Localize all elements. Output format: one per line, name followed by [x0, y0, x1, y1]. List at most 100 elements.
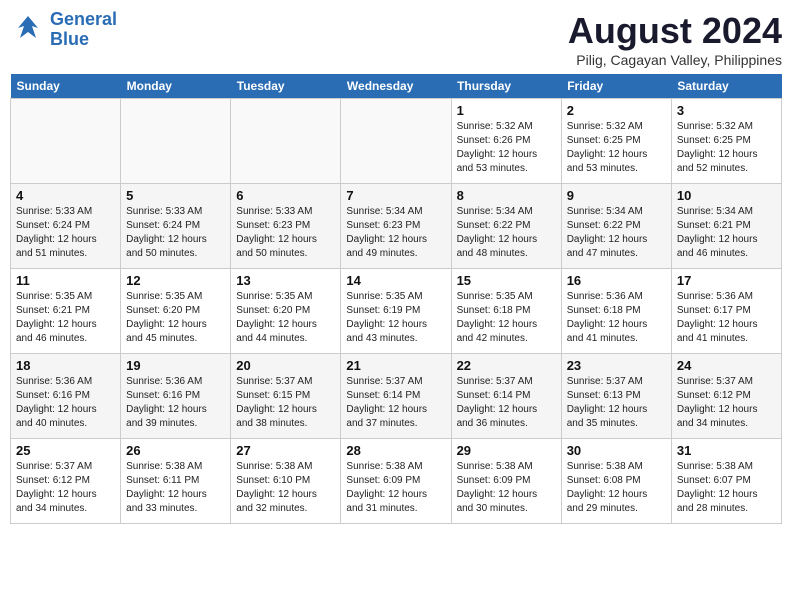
- day-info: Sunrise: 5:38 AM Sunset: 6:10 PM Dayligh…: [236, 460, 335, 516]
- day-number: 23: [567, 358, 666, 373]
- calendar-cell: 11Sunrise: 5:35 AM Sunset: 6:21 PM Dayli…: [11, 269, 121, 354]
- calendar-cell: 9 Sunrise: 5:34 AM Sunset: 6:22 PM Daylig…: [561, 184, 671, 269]
- day-number: 14: [346, 273, 445, 288]
- day-number: 2: [567, 103, 666, 118]
- calendar-cell: 3 Sunrise: 5:32 AM Sunset: 6:25 PM Daylig…: [671, 99, 781, 184]
- col-header-wednesday: Wednesday: [341, 74, 451, 99]
- day-number: 18: [16, 358, 115, 373]
- day-number: 17: [677, 273, 776, 288]
- col-header-friday: Friday: [561, 74, 671, 99]
- day-info: Sunrise: 5:34 AM Sunset: 6:22 PM Dayligh…: [567, 205, 666, 261]
- day-info: Sunrise: 5:32 AM Sunset: 6:25 PM Dayligh…: [567, 120, 666, 176]
- calendar-cell: 2 Sunrise: 5:32 AM Sunset: 6:25 PM Daylig…: [561, 99, 671, 184]
- day-number: 11: [16, 273, 115, 288]
- logo-line1: General: [50, 9, 117, 29]
- calendar-cell: [231, 99, 341, 184]
- day-number: 31: [677, 443, 776, 458]
- day-info: Sunrise: 5:37 AM Sunset: 6:15 PM Dayligh…: [236, 375, 335, 431]
- calendar-cell: 14 Sunrise: 5:35 AM Sunset: 6:19 PM Dayli…: [341, 269, 451, 354]
- day-number: 22: [457, 358, 556, 373]
- day-number: 9: [567, 188, 666, 203]
- day-info: Sunrise: 5:32 AM Sunset: 6:26 PM Dayligh…: [457, 120, 556, 176]
- day-info: Sunrise: 5:34 AM Sunset: 6:21 PM Dayligh…: [677, 205, 776, 261]
- col-header-sunday: Sunday: [11, 74, 121, 99]
- day-info: Sunrise: 5:33 AM Sunset: 6:23 PM Dayligh…: [236, 205, 335, 261]
- day-number: 13: [236, 273, 335, 288]
- day-number: 21: [346, 358, 445, 373]
- calendar-cell: 10Sunrise: 5:34 AM Sunset: 6:21 PM Dayli…: [671, 184, 781, 269]
- day-info: Sunrise: 5:35 AM Sunset: 6:19 PM Dayligh…: [346, 290, 445, 346]
- day-number: 15: [457, 273, 556, 288]
- calendar-cell: 21Sunrise: 5:37 AM Sunset: 6:14 PM Dayli…: [341, 354, 451, 439]
- day-info: Sunrise: 5:35 AM Sunset: 6:20 PM Dayligh…: [236, 290, 335, 346]
- logo-text: General Blue: [50, 10, 117, 50]
- calendar-week-row: 18 Sunrise: 5:36 AM Sunset: 6:16 PM Dayli…: [11, 354, 782, 439]
- day-info: Sunrise: 5:38 AM Sunset: 6:09 PM Dayligh…: [457, 460, 556, 516]
- day-info: Sunrise: 5:32 AM Sunset: 6:25 PM Dayligh…: [677, 120, 776, 176]
- day-number: 24: [677, 358, 776, 373]
- calendar-cell: 15 Sunrise: 5:35 AM Sunset: 6:18 PM Dayli…: [451, 269, 561, 354]
- calendar-cell: 25 Sunrise: 5:37 AM Sunset: 6:12 PM Dayli…: [11, 439, 121, 524]
- logo: General Blue: [10, 10, 117, 50]
- day-number: 28: [346, 443, 445, 458]
- day-info: Sunrise: 5:37 AM Sunset: 6:14 PM Dayligh…: [457, 375, 556, 431]
- calendar-cell: [341, 99, 451, 184]
- calendar-cell: 20 Sunrise: 5:37 AM Sunset: 6:15 PM Dayli…: [231, 354, 341, 439]
- calendar-cell: 12 Sunrise: 5:35 AM Sunset: 6:20 PM Dayli…: [121, 269, 231, 354]
- calendar-week-row: 11Sunrise: 5:35 AM Sunset: 6:21 PM Dayli…: [11, 269, 782, 354]
- calendar-week-row: 4Sunrise: 5:33 AM Sunset: 6:24 PM Daylig…: [11, 184, 782, 269]
- day-info: Sunrise: 5:38 AM Sunset: 6:11 PM Dayligh…: [126, 460, 225, 516]
- day-number: 16: [567, 273, 666, 288]
- calendar-header-row: SundayMondayTuesdayWednesdayThursdayFrid…: [11, 74, 782, 99]
- calendar-cell: 6 Sunrise: 5:33 AM Sunset: 6:23 PM Daylig…: [231, 184, 341, 269]
- day-number: 6: [236, 188, 335, 203]
- col-header-tuesday: Tuesday: [231, 74, 341, 99]
- day-number: 27: [236, 443, 335, 458]
- calendar-cell: 27 Sunrise: 5:38 AM Sunset: 6:10 PM Dayli…: [231, 439, 341, 524]
- day-info: Sunrise: 5:36 AM Sunset: 6:18 PM Dayligh…: [567, 290, 666, 346]
- calendar-cell: 26 Sunrise: 5:38 AM Sunset: 6:11 PM Dayli…: [121, 439, 231, 524]
- day-number: 7: [346, 188, 445, 203]
- day-number: 4: [16, 188, 115, 203]
- day-number: 26: [126, 443, 225, 458]
- day-number: 19: [126, 358, 225, 373]
- day-info: Sunrise: 5:37 AM Sunset: 6:12 PM Dayligh…: [677, 375, 776, 431]
- day-number: 25: [16, 443, 115, 458]
- calendar-cell: 4Sunrise: 5:33 AM Sunset: 6:24 PM Daylig…: [11, 184, 121, 269]
- page-header: General Blue August 2024 Pilig, Cagayan …: [10, 10, 782, 68]
- calendar-cell: [121, 99, 231, 184]
- calendar-week-row: 1Sunrise: 5:32 AM Sunset: 6:26 PM Daylig…: [11, 99, 782, 184]
- calendar-cell: 24 Sunrise: 5:37 AM Sunset: 6:12 PM Dayli…: [671, 354, 781, 439]
- calendar-cell: 7Sunrise: 5:34 AM Sunset: 6:23 PM Daylig…: [341, 184, 451, 269]
- day-info: Sunrise: 5:36 AM Sunset: 6:16 PM Dayligh…: [16, 375, 115, 431]
- day-number: 30: [567, 443, 666, 458]
- day-number: 3: [677, 103, 776, 118]
- day-info: Sunrise: 5:35 AM Sunset: 6:18 PM Dayligh…: [457, 290, 556, 346]
- calendar-cell: 1Sunrise: 5:32 AM Sunset: 6:26 PM Daylig…: [451, 99, 561, 184]
- day-info: Sunrise: 5:36 AM Sunset: 6:17 PM Dayligh…: [677, 290, 776, 346]
- calendar-cell: 31Sunrise: 5:38 AM Sunset: 6:07 PM Dayli…: [671, 439, 781, 524]
- day-info: Sunrise: 5:38 AM Sunset: 6:08 PM Dayligh…: [567, 460, 666, 516]
- calendar-cell: 23Sunrise: 5:37 AM Sunset: 6:13 PM Dayli…: [561, 354, 671, 439]
- day-number: 5: [126, 188, 225, 203]
- calendar-week-row: 25 Sunrise: 5:37 AM Sunset: 6:12 PM Dayli…: [11, 439, 782, 524]
- calendar-cell: 19 Sunrise: 5:36 AM Sunset: 6:16 PM Dayli…: [121, 354, 231, 439]
- day-number: 29: [457, 443, 556, 458]
- calendar-cell: 16 Sunrise: 5:36 AM Sunset: 6:18 PM Dayli…: [561, 269, 671, 354]
- calendar-cell: 29 Sunrise: 5:38 AM Sunset: 6:09 PM Dayli…: [451, 439, 561, 524]
- day-info: Sunrise: 5:36 AM Sunset: 6:16 PM Dayligh…: [126, 375, 225, 431]
- calendar-cell: 13 Sunrise: 5:35 AM Sunset: 6:20 PM Dayli…: [231, 269, 341, 354]
- day-number: 12: [126, 273, 225, 288]
- day-info: Sunrise: 5:35 AM Sunset: 6:20 PM Dayligh…: [126, 290, 225, 346]
- calendar-table: SundayMondayTuesdayWednesdayThursdayFrid…: [10, 74, 782, 524]
- calendar-cell: 5Sunrise: 5:33 AM Sunset: 6:24 PM Daylig…: [121, 184, 231, 269]
- day-number: 20: [236, 358, 335, 373]
- day-number: 8: [457, 188, 556, 203]
- col-header-monday: Monday: [121, 74, 231, 99]
- calendar-cell: 30 Sunrise: 5:38 AM Sunset: 6:08 PM Dayli…: [561, 439, 671, 524]
- col-header-thursday: Thursday: [451, 74, 561, 99]
- calendar-cell: 17 Sunrise: 5:36 AM Sunset: 6:17 PM Dayli…: [671, 269, 781, 354]
- calendar-cell: 28Sunrise: 5:38 AM Sunset: 6:09 PM Dayli…: [341, 439, 451, 524]
- day-info: Sunrise: 5:37 AM Sunset: 6:12 PM Dayligh…: [16, 460, 115, 516]
- calendar-cell: [11, 99, 121, 184]
